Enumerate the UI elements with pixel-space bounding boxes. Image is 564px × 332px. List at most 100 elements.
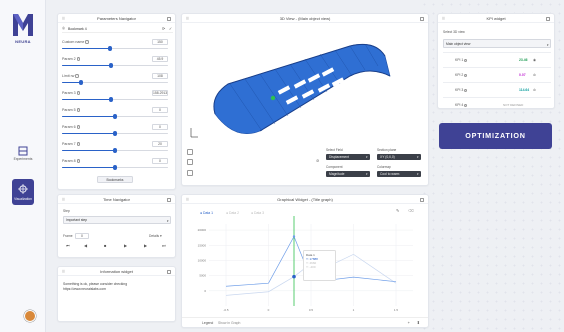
help-icon[interactable]: ? (76, 159, 80, 163)
time-navigator-panel: ⠿ Time Navigator Step Important step ▾ Fr… (57, 194, 176, 258)
kpi-value: 23.46 (519, 58, 528, 62)
maximize-icon[interactable] (546, 16, 550, 21)
avatar[interactable] (24, 310, 36, 322)
info-link[interactable]: https://www.neuraislabs.com (63, 287, 106, 291)
help-icon[interactable]: ? (464, 58, 468, 62)
param-value-input[interactable]: 158.2913 (152, 90, 168, 96)
playback-controls: ⏮ ◀ ■ ▶ ▶ ⏭ (66, 243, 170, 251)
help-icon[interactable]: ? (464, 103, 468, 107)
fit-view-icon[interactable] (187, 149, 193, 155)
param-value-input[interactable]: 20 (152, 141, 168, 147)
kpi-value: 114.64 (519, 88, 530, 92)
param-label-text: Param 3 (62, 91, 76, 95)
param-slider-knob[interactable] (112, 114, 118, 119)
help-icon[interactable]: ? (464, 73, 468, 77)
param-slider-knob[interactable] (112, 148, 118, 153)
skip-back-icon[interactable]: ⏮ (66, 243, 70, 248)
param-slider-knob[interactable] (108, 63, 113, 68)
param-slider-knob[interactable] (112, 131, 118, 136)
tooltip-line: Y: -400 (306, 265, 316, 269)
param-label: Param 7? (62, 142, 80, 146)
kpi-name-text: KPI 2 (455, 73, 464, 77)
frame-input[interactable]: 0 (75, 233, 89, 239)
colormap-value: Cool to warm (380, 172, 400, 176)
zoom-out-icon[interactable] (187, 170, 193, 176)
maximize-icon[interactable] (167, 197, 171, 202)
refresh-icon[interactable]: ⟳ (162, 26, 165, 31)
kpi-row: KPI 4? NOT DEFINED (443, 97, 551, 112)
param-slider[interactable] (62, 148, 168, 153)
y-tick-label: 15000 (198, 243, 207, 247)
param-slider-knob[interactable] (112, 165, 118, 170)
component-dropdown[interactable]: Magnitude ▾ (326, 171, 370, 177)
link-icon[interactable]: ⊘ (533, 73, 536, 77)
zoom-in-icon[interactable] (187, 159, 193, 165)
kpi-name-text: KPI 3 (455, 88, 464, 92)
panel-title: 3D View - (Main object view) (279, 16, 331, 21)
select-field-label: Select Field (326, 148, 343, 152)
maximize-icon[interactable] (420, 16, 424, 21)
param-label-text: Custom name (62, 40, 85, 44)
select-field-dropdown[interactable]: Displacement ▾ (326, 154, 370, 160)
panel-header: ⠿ Parameters Navigator (58, 14, 175, 23)
side-rail: NEURA Experiments Visualization (0, 0, 46, 332)
drag-handle-icon[interactable]: ⠿ (442, 14, 445, 23)
param-value-input[interactable]: 150 (152, 39, 168, 45)
bookmarks-button[interactable]: Bookmarks (97, 176, 133, 183)
drag-handle-icon[interactable]: ⠿ (186, 14, 189, 23)
component-label: Component (326, 165, 343, 169)
param-slider-knob[interactable] (108, 97, 113, 102)
param-value-input[interactable]: 108 (152, 73, 168, 79)
maximize-icon[interactable] (167, 16, 171, 21)
param-slider[interactable] (62, 46, 168, 51)
param-slider-fill (62, 150, 115, 152)
help-icon[interactable]: ? (464, 88, 468, 92)
section-plane-dropdown[interactable]: XY (0,0,0) ▾ (377, 154, 421, 160)
help-icon[interactable]: ? (76, 142, 80, 146)
step-forward-icon[interactable]: ▶ (144, 243, 147, 248)
help-icon[interactable]: ? (76, 125, 80, 129)
step-back-icon[interactable]: ◀ (84, 243, 87, 248)
param-slider[interactable] (62, 165, 168, 170)
drag-handle-icon[interactable]: ⠿ (62, 195, 65, 204)
select-3d-view-dropdown[interactable]: Main object view ▾ (443, 39, 551, 48)
link-icon[interactable]: ⊘ (533, 88, 536, 92)
param-slider-knob[interactable] (78, 80, 84, 85)
help-icon[interactable]: ? (76, 108, 80, 112)
step-dropdown[interactable]: Important step ▾ (63, 216, 171, 224)
param-slider-knob[interactable] (107, 46, 112, 51)
help-icon[interactable]: ? (76, 91, 80, 95)
help-icon[interactable]: ? (85, 40, 89, 44)
bookmark-label[interactable]: Bookmark 4 (68, 27, 87, 31)
stop-icon[interactable]: ■ (104, 243, 106, 248)
optimization-button[interactable]: OPTIMIZATION (439, 123, 552, 149)
param-value-input[interactable]: 0 (152, 158, 168, 164)
param-slider[interactable] (62, 80, 168, 85)
drag-handle-icon[interactable]: ⠿ (62, 14, 65, 23)
bookmark-icon: ◎ (62, 26, 66, 30)
help-icon[interactable]: ? (76, 57, 80, 61)
param-slider[interactable] (62, 114, 168, 119)
eye-icon[interactable]: ◉ (533, 58, 536, 62)
rail-visualization-button[interactable]: Visualization (12, 179, 34, 205)
chevron-down-icon: ▾ (365, 172, 368, 176)
3d-model-viewport[interactable] (200, 36, 400, 146)
param-value-input[interactable]: 45.9 (152, 56, 168, 62)
help-icon[interactable]: ? (75, 74, 79, 78)
maximize-icon[interactable] (167, 269, 171, 274)
panel-header: ⠿ 3D View - (Main object view) (182, 14, 428, 23)
param-slider[interactable] (62, 131, 168, 136)
param-slider[interactable] (62, 97, 168, 102)
param-value-input[interactable]: 0 (152, 107, 168, 113)
check-icon[interactable]: ✓ (169, 26, 172, 31)
chevron-down-icon: ▾ (546, 43, 549, 47)
drag-handle-icon[interactable]: ⠿ (62, 267, 65, 276)
param-value-input[interactable]: 0 (152, 124, 168, 130)
param-slider[interactable] (62, 63, 168, 68)
information-widget-panel: ⠿ Information widget Something is ok, pl… (57, 266, 176, 322)
skip-forward-icon[interactable]: ⏭ (162, 243, 166, 248)
details-toggle[interactable]: Details ▾ (149, 234, 162, 238)
play-icon[interactable]: ▶ (124, 243, 127, 248)
link-icon[interactable]: ⊘ (316, 158, 319, 163)
colormap-dropdown[interactable]: Cool to warm ▾ (377, 171, 421, 177)
